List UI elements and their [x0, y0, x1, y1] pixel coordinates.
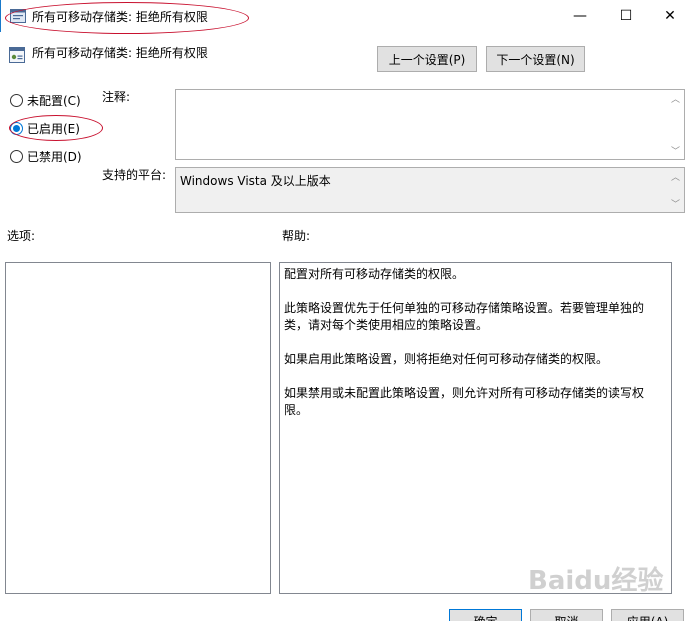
comment-label: 注释: — [102, 90, 131, 104]
radio-label: 未配置(C) — [27, 94, 81, 108]
maximize-button[interactable]: ☐ — [603, 0, 649, 32]
radio-button-icon[interactable] — [10, 94, 23, 107]
radio-enabled[interactable]: 已启用(E) — [10, 120, 80, 137]
platform-field: Windows Vista 及以上版本 ︿ ﹀ — [175, 167, 685, 213]
help-paragraph: 如果启用此策略设置，则将拒绝对任何可移动存储类的权限。 — [284, 352, 609, 366]
policy-window-icon — [10, 9, 26, 23]
comment-textarea[interactable]: ︿ ﹀ — [175, 89, 685, 160]
policy-name: 所有可移动存储类: 拒绝所有权限 — [32, 46, 208, 60]
help-paragraph: 此策略设置优先于任何单独的可移动存储策略设置。若要管理单独的类，请对每个类使用相… — [284, 301, 645, 332]
help-paragraph: 配置对所有可移动存储类的权限。 — [284, 267, 465, 281]
radio-not-configured[interactable]: 未配置(C) — [10, 92, 81, 109]
radio-disabled[interactable]: 已禁用(D) — [10, 148, 82, 165]
title-bar: 所有可移动存储类: 拒绝所有权限 — ☐ ✕ — [0, 0, 690, 32]
radio-button-checked-icon[interactable] — [10, 122, 23, 135]
minimize-button[interactable]: — — [557, 0, 603, 32]
scroll-up-icon[interactable]: ︿ — [671, 170, 680, 183]
help-panel: 配置对所有可移动存储类的权限。 此策略设置优先于任何单独的可移动存储策略设置。若… — [279, 262, 672, 594]
radio-button-icon[interactable] — [10, 150, 23, 163]
next-setting-button[interactable]: 下一个设置(N) — [486, 46, 585, 72]
apply-button[interactable]: 应用(A) — [611, 609, 684, 621]
options-label: 选项: — [7, 229, 36, 243]
ok-button[interactable]: 确定 — [449, 609, 522, 621]
scroll-up-icon[interactable]: ︿ — [671, 92, 680, 105]
radio-label: 已启用(E) — [27, 122, 80, 136]
platform-value: Windows Vista 及以上版本 — [180, 174, 331, 188]
scroll-down-icon[interactable]: ﹀ — [671, 197, 680, 210]
window-title: 所有可移动存储类: 拒绝所有权限 — [32, 10, 208, 24]
comment-scrollbar[interactable]: ︿ ﹀ — [667, 90, 684, 159]
close-button[interactable]: ✕ — [647, 0, 690, 32]
help-paragraph: 如果禁用或未配置此策略设置，则允许对所有可移动存储类的读写权限。 — [284, 386, 645, 417]
cancel-button[interactable]: 取消 — [530, 609, 603, 621]
baidu-watermark: Baidu经验 — [528, 566, 664, 596]
scroll-down-icon[interactable]: ﹀ — [671, 144, 680, 157]
policy-setting-icon — [9, 47, 25, 63]
options-panel — [5, 262, 271, 594]
platform-scrollbar[interactable]: ︿ ﹀ — [667, 168, 684, 212]
help-label: 帮助: — [282, 229, 311, 243]
previous-setting-button[interactable]: 上一个设置(P) — [377, 46, 477, 72]
platform-label: 支持的平台: — [102, 168, 167, 182]
radio-label: 已禁用(D) — [27, 150, 82, 164]
